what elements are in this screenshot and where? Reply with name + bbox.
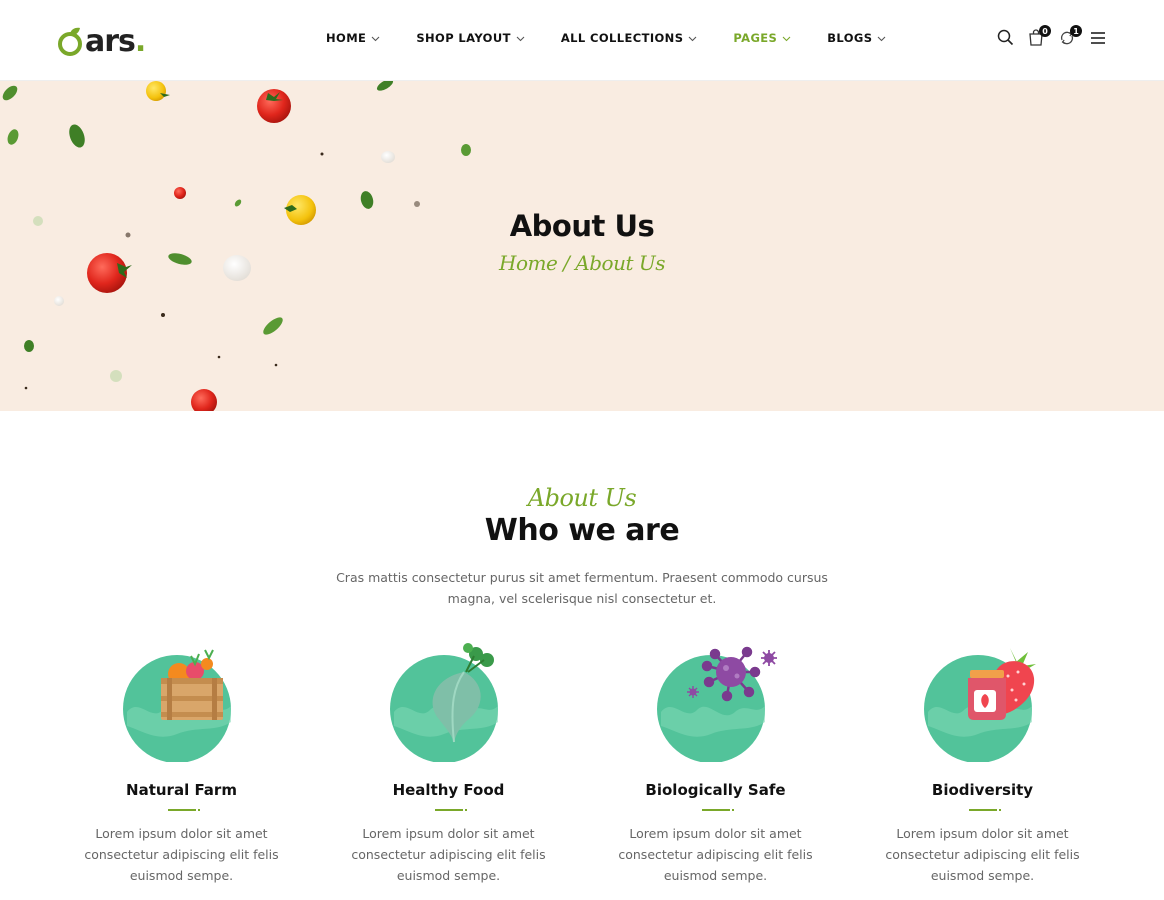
feature-card: Natural Farm Lorem ipsum dolor sit amet …	[48, 642, 315, 886]
chevron-down-icon	[877, 31, 886, 45]
feature-text: Lorem ipsum dolor sit amet consectetur a…	[618, 826, 813, 883]
chevron-down-icon	[371, 31, 380, 45]
page-title: About Us	[509, 209, 655, 243]
nav-label: BLOGS	[827, 31, 873, 45]
beet-icon	[384, 642, 514, 763]
feature-title: Natural Farm	[126, 781, 237, 799]
feature-divider	[167, 809, 200, 811]
chevron-down-icon	[516, 31, 525, 45]
nav-label: SHOP LAYOUT	[416, 31, 511, 45]
feature-text: Lorem ipsum dolor sit amet consectetur a…	[351, 826, 546, 883]
cart-button[interactable]: 0	[1025, 25, 1051, 52]
menu-button[interactable]	[1087, 28, 1109, 52]
leaf-logo-icon	[58, 27, 86, 57]
compare-button[interactable]: 1	[1056, 25, 1082, 52]
decorative-vegetables-image	[2, 81, 471, 411]
feature-divider	[434, 809, 467, 811]
breadcrumb-current: About Us	[575, 251, 665, 275]
header-tools: 0 1	[994, 25, 1109, 52]
nav-pages[interactable]: PAGES	[733, 31, 791, 45]
page-banner: About Us Home / About Us	[0, 81, 1164, 411]
virus-icon	[651, 642, 781, 763]
feature-card: Healthy Food Lorem ipsum dolor sit amet …	[315, 642, 582, 886]
features-row: Natural Farm Lorem ipsum dolor sit amet …	[48, 642, 1116, 886]
nav-label: PAGES	[733, 31, 778, 45]
cart-count-badge: 0	[1039, 25, 1051, 37]
feature-text: Lorem ipsum dolor sit amet consectetur a…	[84, 826, 279, 883]
feature-divider	[701, 809, 734, 811]
section-title: Who we are	[484, 513, 680, 548]
menu-icon	[1090, 31, 1106, 50]
feature-text: Lorem ipsum dolor sit amet consectetur a…	[885, 826, 1080, 883]
nav-label: ALL COLLECTIONS	[560, 31, 684, 45]
breadcrumb-home-link[interactable]: Home	[499, 251, 558, 275]
farm-crate-icon	[117, 642, 247, 763]
compare-count-badge: 1	[1070, 25, 1082, 37]
breadcrumb-separator: /	[557, 251, 576, 275]
search-icon	[997, 29, 1014, 51]
about-section: About Us Who we are Cras mattis consecte…	[0, 411, 1164, 900]
nav-home[interactable]: HOME	[326, 31, 380, 45]
search-button[interactable]	[994, 28, 1016, 52]
feature-card: Biologically Safe Lorem ipsum dolor sit …	[582, 642, 849, 886]
main-nav: HOME SHOP LAYOUT ALL COLLECTIONS PAGES B…	[326, 31, 886, 45]
section-script-label: About Us	[527, 484, 637, 512]
nav-label: HOME	[326, 31, 367, 45]
feature-divider	[968, 809, 1001, 811]
chevron-down-icon	[782, 31, 791, 45]
jam-strawberry-icon	[918, 642, 1048, 763]
chevron-down-icon	[688, 31, 697, 45]
logo-dot: .	[134, 24, 146, 59]
site-header: ars. HOME SHOP LAYOUT ALL COLLECTIONS PA…	[0, 0, 1164, 81]
breadcrumb: Home / About Us	[0, 251, 1164, 275]
logo[interactable]: ars.	[58, 22, 146, 62]
nav-shop-layout[interactable]: SHOP LAYOUT	[416, 31, 525, 45]
feature-title: Healthy Food	[392, 781, 505, 799]
logo-text: ars	[85, 24, 136, 59]
nav-all-collections[interactable]: ALL COLLECTIONS	[561, 31, 698, 45]
feature-card: Biodiversity Lorem ipsum dolor sit amet …	[849, 642, 1116, 886]
nav-blogs[interactable]: BLOGS	[827, 31, 886, 45]
feature-title: Biodiversity	[931, 781, 1034, 799]
feature-title: Biologically Safe	[645, 781, 786, 799]
section-description: Cras mattis consectetur purus sit amet f…	[336, 570, 828, 606]
